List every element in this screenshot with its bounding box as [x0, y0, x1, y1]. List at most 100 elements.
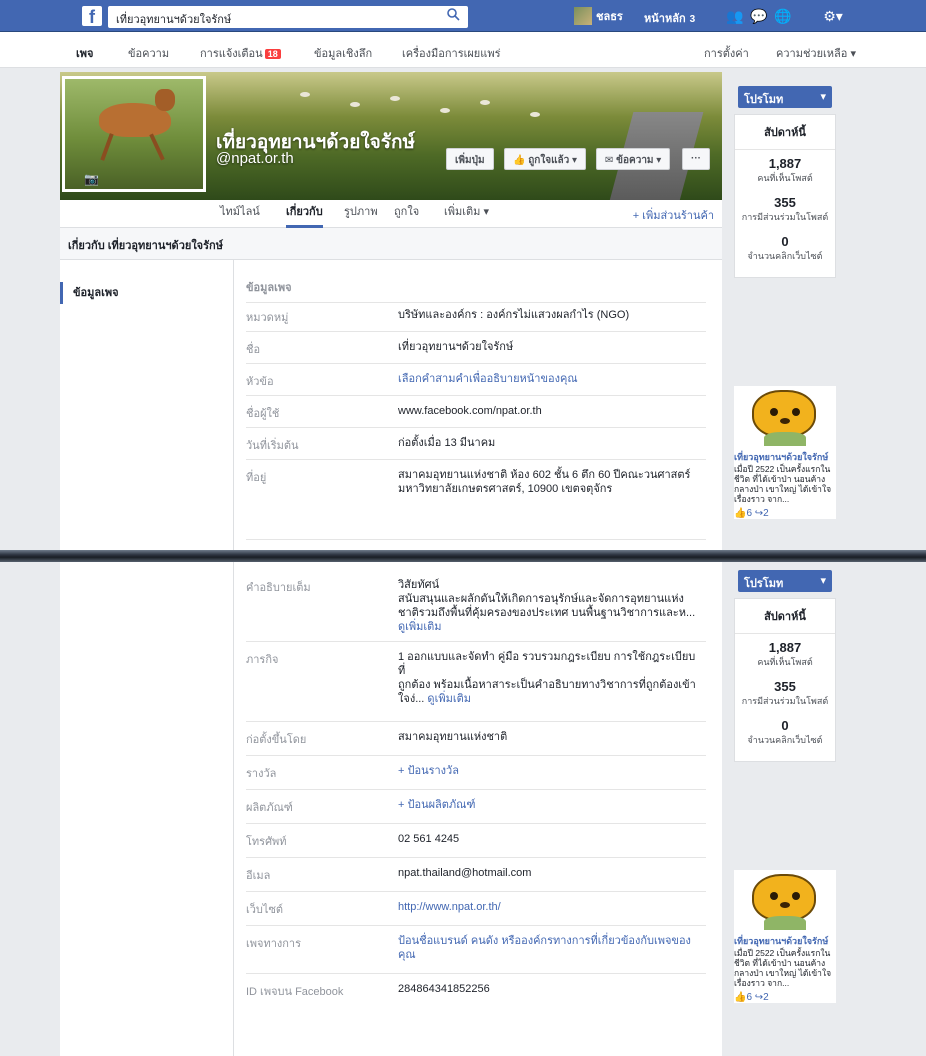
recent-post-card[interactable]: เที่ยวอุทยานฯด้วยใจรักษ์ เมื่อปี 2522 เป…: [734, 386, 836, 519]
stat-number: 0: [781, 718, 789, 733]
chevron-down-icon: ▾: [820, 91, 826, 103]
recent-post-card[interactable]: เที่ยวอุทยานฯด้วยใจรักษ์ เมื่อปี 2522 เป…: [734, 870, 836, 1003]
tiger-nose: [780, 418, 790, 424]
more-options-button[interactable]: ···: [682, 148, 710, 170]
info-row-category[interactable]: หมวดหมู่ บริษัทและองค์กร : องค์กรไม่แสวง…: [246, 300, 706, 332]
friend-requests-icon[interactable]: 👥: [726, 8, 743, 24]
see-more-link[interactable]: ดูเพิ่มเติม: [427, 693, 471, 705]
tab-photos[interactable]: รูปภาพ: [344, 200, 378, 228]
cover-detail: [390, 96, 400, 101]
info-row-website[interactable]: เว็บไซต์ http://www.npat.or.th/: [246, 892, 706, 926]
row-label: คำอธิบายเต็ม: [246, 582, 311, 594]
info-row-start-date[interactable]: วันที่เริ่มต้น ก่อตั้งเมื่อ 13 มีนาคม: [246, 428, 706, 460]
row-value: วิสัยทัศน์ สนับสนุนและผลักดันให้เกิดการอ…: [398, 578, 698, 641]
info-row-username[interactable]: ชื่อผู้ใช้ www.facebook.com/npat.or.th: [246, 396, 706, 428]
nav-help[interactable]: ความช่วยเหลือ ▾: [776, 44, 856, 62]
profile-link[interactable]: ชลธร: [574, 7, 623, 25]
account-menu-icon[interactable]: ⚙▾: [818, 8, 848, 24]
top-bar: f เที่ยวอุทยานฯด้วยใจรักษ์ ชลธร หน้าหลัก…: [0, 0, 926, 32]
stat-website-clicks[interactable]: 0 จำนวนคลิกเว็บไซต์: [735, 712, 835, 761]
add-button-button[interactable]: เพิ่มปุ่ม: [446, 148, 494, 170]
row-value: สมาคมอุทยานแห่งชาติ ห้อง 602 ชั้น 6 ตึก …: [398, 469, 691, 495]
chevron-down-icon: ▾: [820, 575, 826, 587]
search-icon[interactable]: [446, 7, 460, 21]
tab-likes[interactable]: ถูกใจ: [394, 200, 419, 228]
info-row-topic[interactable]: หัวข้อ เลือกคำสามคำเพื่ออธิบายหน้าของคุณ: [246, 364, 706, 396]
row-label: รางวัล: [246, 768, 277, 780]
info-row-address[interactable]: ที่อยู่ สมาคมอุทยานแห่งชาติ ห้อง 602 ชั้…: [246, 460, 706, 540]
info-row-page-id[interactable]: ID เพจบน Facebook 284864341852256: [246, 974, 706, 1010]
post-page-name[interactable]: เที่ยวอุทยานฯด้วยใจรักษ์: [734, 934, 836, 948]
messages-icon[interactable]: 💬: [750, 8, 767, 24]
nav-page[interactable]: เพจ: [76, 44, 93, 62]
stat-caption: การมีส่วนร่วมในโพสต์: [741, 696, 829, 706]
info-row-email[interactable]: อีเมล npat.thailand@hotmail.com: [246, 858, 706, 892]
promote-button[interactable]: โปรโมท ▾: [738, 86, 832, 108]
stat-reach[interactable]: 1,887 คนที่เห็นโพสต์: [735, 634, 835, 673]
liked-button[interactable]: 👍 ถูกใจแล้ว ▾: [504, 148, 587, 170]
message-button-label: ข้อความ ▾: [616, 155, 662, 166]
info-row-phone[interactable]: โทรศัพท์ 02 561 4245: [246, 824, 706, 858]
post-reactions[interactable]: 👍6 ↪2: [734, 992, 836, 1003]
tiger-eye: [770, 408, 778, 416]
nav-publishing-tools[interactable]: เครื่องมือการเผยแพร่: [402, 44, 501, 62]
about-left-nav: [60, 562, 234, 1056]
stat-reach[interactable]: 1,887 คนที่เห็นโพสต์: [735, 150, 835, 189]
nav-settings[interactable]: การตั้งค่า: [704, 44, 749, 62]
tab-timeline[interactable]: ไทม์ไลน์: [220, 200, 260, 228]
screenshot-bottom: คำอธิบายเต็ม วิสัยทัศน์ สนับสนุนและผลักด…: [0, 562, 926, 1056]
post-reactions[interactable]: 👍6 ↪2: [734, 508, 836, 519]
tab-more[interactable]: เพิ่มเติม ▾: [444, 200, 489, 228]
search-input[interactable]: เที่ยวอุทยานฯด้วยใจรักษ์: [108, 6, 468, 28]
add-award-link[interactable]: + ป้อนรางวัล: [398, 764, 698, 789]
tiger-face: [752, 390, 816, 438]
home-count: 3: [689, 14, 696, 25]
cover-detail: [350, 102, 360, 107]
message-button[interactable]: ✉ ข้อความ ▾: [596, 148, 671, 170]
row-value: 1 ออกแบบและจัดทำ คู่มือ รวบรวมกฎระเบียบ …: [398, 650, 698, 721]
camera-icon[interactable]: 📷: [84, 172, 102, 186]
info-row-official-page[interactable]: เพจทางการ ป้อนชื่อแบรนด์ คนดัง หรือองค์ก…: [246, 926, 706, 974]
message-icon: ✉: [605, 155, 617, 166]
stat-website-clicks[interactable]: 0 จำนวนคลิกเว็บไซต์: [735, 228, 835, 277]
row-label: ชื่อ: [246, 344, 261, 356]
tab-about[interactable]: เกี่ยวกับ: [286, 200, 323, 228]
row-value: www.facebook.com/npat.or.th: [398, 405, 542, 417]
tiger-body: [764, 916, 806, 930]
left-nav-page-info[interactable]: ข้อมูลเพจ: [60, 282, 234, 304]
nav-insights[interactable]: ข้อมูลเชิงลึก: [314, 44, 372, 62]
promote-label: โปรโมท: [744, 94, 784, 106]
stat-caption: การมีส่วนร่วมในโพสต์: [741, 212, 829, 222]
nav-notifications-label: การแจ้งเตือน: [200, 48, 263, 60]
website-link[interactable]: http://www.npat.or.th/: [398, 900, 698, 925]
official-page-link[interactable]: ป้อนชื่อแบรนด์ คนดัง หรือองค์กรทางการที่…: [398, 934, 698, 973]
row-label: เพจทางการ: [246, 938, 301, 950]
add-product-link[interactable]: + ป้อนผลิตภัณฑ์: [398, 798, 698, 823]
facebook-logo-icon[interactable]: f: [82, 6, 102, 27]
screenshot-top: f เที่ยวอุทยานฯด้วยใจรักษ์ ชลธร หน้าหลัก…: [0, 0, 926, 556]
stat-engagement[interactable]: 355 การมีส่วนร่วมในโพสต์: [735, 673, 835, 712]
info-row-mission[interactable]: ภารกิจ 1 ออกแบบและจัดทำ คู่มือ รวบรวมกฎร…: [246, 642, 706, 722]
nav-messages[interactable]: ข้อความ: [128, 44, 169, 62]
post-page-name[interactable]: เที่ยวอุทยานฯด้วยใจรักษ์: [734, 450, 836, 464]
row-value-link[interactable]: เลือกคำสามคำเพื่ออธิบายหน้าของคุณ: [398, 372, 698, 395]
post-text: เมื่อปี 2522 เป็นครั้งแรกในชีวิต ที่ได้เ…: [734, 464, 832, 504]
info-row-founded-by[interactable]: ก่อตั้งขึ้นโดย สมาคมอุทยานแห่งชาติ: [246, 722, 706, 756]
about-left-nav: ข้อมูลเพจ: [60, 260, 234, 556]
stat-caption: จำนวนคลิกเว็บไซต์: [747, 251, 823, 261]
notifications-icon[interactable]: 🌐: [774, 8, 791, 24]
stats-title: สัปดาห์นี้: [735, 599, 835, 634]
stat-number: 1,887: [768, 640, 802, 655]
page-handle[interactable]: @npat.or.th: [216, 150, 294, 167]
nav-notifications[interactable]: การแจ้งเตือน 18: [200, 44, 281, 62]
info-row-awards[interactable]: รางวัล + ป้อนรางวัล: [246, 756, 706, 790]
stat-caption: คนที่เห็นโพสต์: [757, 173, 813, 183]
info-row-products[interactable]: ผลิตภัณฑ์ + ป้อนผลิตภัณฑ์: [246, 790, 706, 824]
promote-button[interactable]: โปรโมท ▾: [738, 570, 832, 592]
add-shop-section-link[interactable]: + เพิ่มส่วนร้านค้า: [633, 206, 714, 224]
stat-engagement[interactable]: 355 การมีส่วนร่วมในโพสต์: [735, 189, 835, 228]
info-row-description[interactable]: คำอธิบายเต็ม วิสัยทัศน์ สนับสนุนและผลักด…: [246, 570, 706, 642]
info-row-name[interactable]: ชื่อ เที่ยวอุทยานฯด้วยใจรักษ์: [246, 332, 706, 364]
home-link[interactable]: หน้าหลัก 3: [644, 9, 695, 27]
see-more-link[interactable]: ดูเพิ่มเติม: [398, 621, 442, 633]
